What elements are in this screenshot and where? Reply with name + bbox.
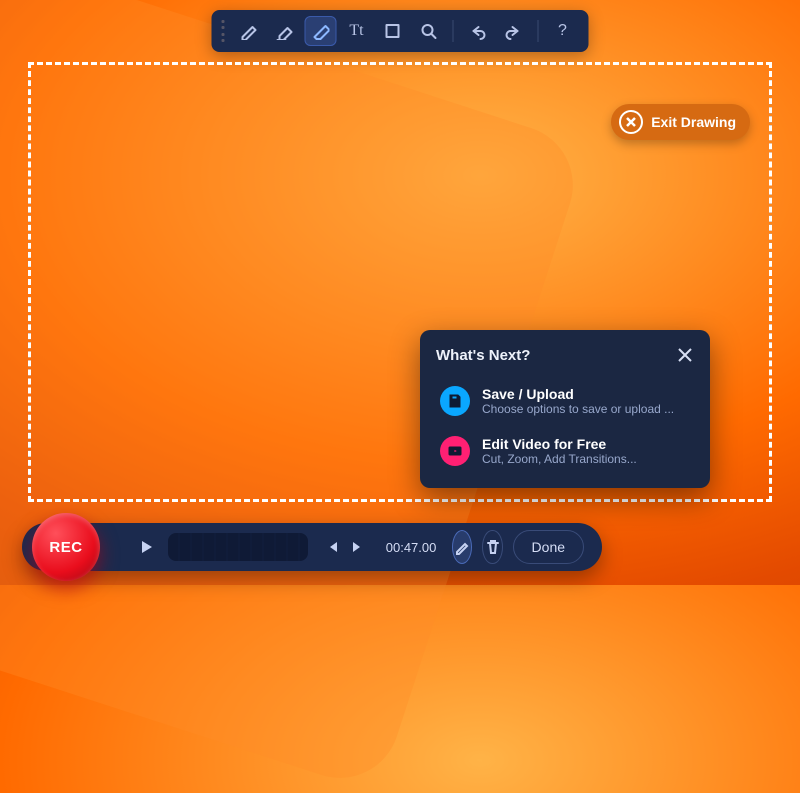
skip-back-icon: [325, 540, 339, 554]
exit-drawing-label: Exit Drawing: [651, 114, 736, 130]
text-tool[interactable]: Tt: [341, 16, 373, 46]
popup-title: What's Next?: [436, 347, 530, 364]
toolbar-divider: [453, 20, 454, 42]
timeline-scrubber[interactable]: [168, 533, 308, 561]
pen-icon: [454, 539, 470, 555]
eraser-tool[interactable]: [305, 16, 337, 46]
redo-icon: [505, 22, 523, 40]
highlighter-icon: [276, 22, 294, 40]
redo-button[interactable]: [498, 16, 530, 46]
close-circle-icon: [619, 110, 643, 134]
close-icon: [676, 346, 694, 364]
whats-next-popup: What's Next? Save / Upload Choose option…: [420, 330, 710, 488]
pen-tool[interactable]: [233, 16, 265, 46]
rectangle-icon: [384, 22, 402, 40]
toolbar-drag-handle[interactable]: [222, 20, 225, 42]
exit-drawing-button[interactable]: Exit Drawing: [611, 104, 750, 140]
save-upload-icon: [440, 386, 470, 416]
draw-toggle-button[interactable]: [452, 530, 472, 564]
rectangle-tool[interactable]: [377, 16, 409, 46]
record-button[interactable]: REC: [32, 513, 100, 581]
popup-item-title: Edit Video for Free: [482, 436, 637, 452]
popup-close-button[interactable]: [676, 346, 694, 364]
trash-icon: [485, 539, 501, 555]
skip-forward-icon: [351, 540, 365, 554]
highlighter-tool[interactable]: [269, 16, 301, 46]
elapsed-time: 00:47.00: [386, 540, 437, 555]
help-button[interactable]: ?: [547, 16, 579, 46]
undo-button[interactable]: [462, 16, 494, 46]
playback-controls: 00:47.00 Done: [22, 523, 602, 571]
skip-forward-button[interactable]: [346, 535, 370, 559]
annotation-toolbar: Tt ?: [212, 10, 589, 52]
record-label: REC: [49, 539, 82, 556]
done-button[interactable]: Done: [513, 530, 584, 564]
play-button[interactable]: [134, 530, 158, 564]
popup-item-title: Save / Upload: [482, 386, 674, 402]
done-label: Done: [532, 539, 565, 555]
magnifier-icon: [420, 22, 438, 40]
popup-item-save-upload[interactable]: Save / Upload Choose options to save or …: [436, 378, 694, 424]
popup-item-edit-video[interactable]: Edit Video for Free Cut, Zoom, Add Trans…: [436, 428, 694, 474]
magnifier-tool[interactable]: [413, 16, 445, 46]
eraser-icon: [312, 22, 330, 40]
popup-item-subtitle: Choose options to save or upload ...: [482, 402, 674, 416]
help-icon: ?: [558, 22, 567, 40]
play-icon: [138, 539, 154, 555]
delete-button[interactable]: [482, 530, 502, 564]
popup-item-subtitle: Cut, Zoom, Add Transitions...: [482, 452, 637, 466]
toolbar-divider: [538, 20, 539, 42]
edit-video-icon: [440, 436, 470, 466]
undo-icon: [469, 22, 487, 40]
text-icon: Tt: [349, 22, 363, 40]
pen-icon: [240, 22, 258, 40]
skip-back-button[interactable]: [320, 535, 344, 559]
